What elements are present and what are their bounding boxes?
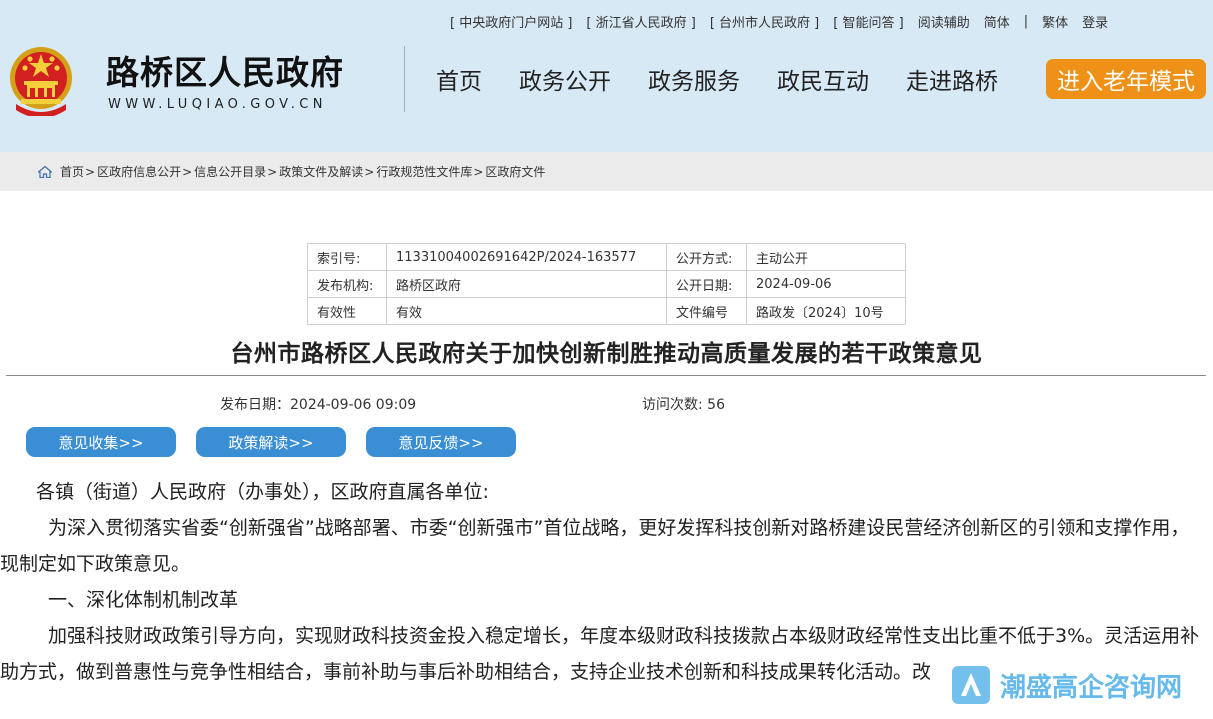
- visit-count: 访问次数: 56: [642, 397, 725, 413]
- breadcrumb-separator: >: [473, 164, 484, 179]
- toplink-simplified[interactable]: 简体: [984, 12, 1010, 31]
- table-row: 发布机构: 路桥区政府 公开日期: 2024-09-06: [307, 270, 906, 298]
- feedback-button[interactable]: 意见反馈>>: [366, 427, 516, 457]
- site-url: WWW.LUQIAO.GOV.CN: [108, 97, 327, 112]
- breadcrumb: 首页 > 区政府信息公开 > 信息公开目录 > 政策文件及解读 > 行政规范性文件库 > …: [0, 152, 1213, 191]
- toplink-traditional[interactable]: 繁体: [1042, 12, 1068, 31]
- publish-date: 发布日期：2024-09-06 09:09: [220, 397, 417, 413]
- table-row: 有效性 有效 文件编号 路政发〔2024〕10号: [307, 297, 906, 325]
- breadcrumb-separator: >: [85, 164, 96, 179]
- toplink-central-gov[interactable]: [ 中央政府门户网站 ]: [450, 12, 572, 31]
- breadcrumb-policy-docs[interactable]: 政策文件及解读: [279, 163, 363, 180]
- watermark-logo-icon: [952, 666, 990, 704]
- toplink-smart-qa[interactable]: [ 智能问答 ]: [833, 12, 903, 31]
- nav-gov-services[interactable]: 政务服务: [648, 62, 740, 96]
- toplink-zhejiang-gov[interactable]: [ 浙江省人民政府 ]: [586, 12, 695, 31]
- main-nav: 首页 政务公开 政务服务 政民互动 走进路桥: [436, 62, 1035, 96]
- meta-doc-number-label: 文件编号: [666, 297, 747, 325]
- section-heading: 一、深化体制机制改革: [48, 589, 239, 611]
- meta-validity-label: 有效性: [307, 297, 387, 325]
- top-links-bar: [ 中央政府门户网站 ] [ 浙江省人民政府 ] [ 台州市人民政府 ] [ 智…: [450, 11, 1210, 31]
- breadcrumb-home[interactable]: 首页: [60, 163, 84, 180]
- meta-publicity-label: 公开方式:: [666, 243, 747, 271]
- toplink-taizhou-gov[interactable]: [ 台州市人民政府 ]: [710, 12, 819, 31]
- body-paragraph: 为深入贯彻落实省委“创新强省”战略部署、市委“创新强市”首位战略，更好发挥科技创…: [0, 517, 1190, 575]
- nav-interaction[interactable]: 政民互动: [777, 62, 869, 96]
- policy-interpretation-button[interactable]: 政策解读>>: [196, 427, 346, 457]
- elder-mode-button[interactable]: 进入老年模式: [1046, 59, 1206, 99]
- meta-publicity-value: 主动公开: [746, 243, 906, 271]
- meta-publisher-label: 发布机构:: [307, 270, 387, 298]
- document-title: 台州市路桥区人民政府关于加快创新制胜推动高质量发展的若干政策意见: [230, 341, 983, 367]
- meta-validity-value: 有效: [386, 297, 667, 325]
- watermark-text: 潮盛高企咨询网: [1000, 672, 1183, 703]
- meta-doc-number-value: 路政发〔2024〕10号: [746, 297, 906, 325]
- meta-index-value: 11331004002691642P/2024-163577: [386, 243, 667, 271]
- meta-public-date-value: 2024-09-06: [746, 270, 906, 298]
- home-icon: [38, 165, 52, 178]
- site-title[interactable]: 路桥区人民政府: [106, 46, 344, 94]
- national-emblem-icon: [10, 47, 72, 116]
- breadcrumb-district-info[interactable]: 区政府信息公开: [97, 163, 181, 180]
- opinion-collection-button[interactable]: 意见收集>>: [26, 427, 176, 457]
- breadcrumb-district-docs[interactable]: 区政府文件: [485, 163, 545, 180]
- breadcrumb-separator: >: [267, 164, 278, 179]
- salutation: 各镇（街道）人民政府（办事处），区政府直属各单位:: [36, 481, 489, 503]
- site-header: [ 中央政府门户网站 ] [ 浙江省人民政府 ] [ 台州市人民政府 ] [ 智…: [0, 0, 1213, 152]
- nav-gov-affairs-open[interactable]: 政务公开: [519, 62, 611, 96]
- meta-public-date-label: 公开日期:: [666, 270, 747, 298]
- breadcrumb-info-catalog[interactable]: 信息公开目录: [194, 163, 266, 180]
- nav-home[interactable]: 首页: [436, 62, 482, 96]
- nav-about-luqiao[interactable]: 走进路桥: [906, 62, 998, 96]
- watermark: 潮盛高企咨询网: [950, 660, 1213, 710]
- table-row: 索引号: 11331004002691642P/2024-163577 公开方式…: [307, 243, 906, 271]
- header-divider: [404, 46, 405, 112]
- toplink-reading-aid[interactable]: 阅读辅助: [918, 12, 970, 31]
- toplink-login[interactable]: 登录: [1082, 12, 1108, 31]
- meta-index-label: 索引号:: [307, 243, 387, 271]
- meta-publisher-value: 路桥区政府: [386, 270, 667, 298]
- document-body: 各镇（街道）人民政府（办事处），区政府直属各单位: 为深入贯彻落实省委“创新强省…: [0, 474, 1213, 690]
- document-meta-table: 索引号: 11331004002691642P/2024-163577 公开方式…: [307, 243, 906, 325]
- breadcrumb-normative-docs[interactable]: 行政规范性文件库: [376, 163, 472, 180]
- title-divider: [6, 375, 1206, 376]
- breadcrumb-separator: >: [364, 164, 375, 179]
- action-buttons: 意见收集>> 政策解读>> 意见反馈>>: [26, 427, 536, 457]
- breadcrumb-separator: >: [182, 164, 193, 179]
- toplink-divider: |: [1023, 13, 1029, 29]
